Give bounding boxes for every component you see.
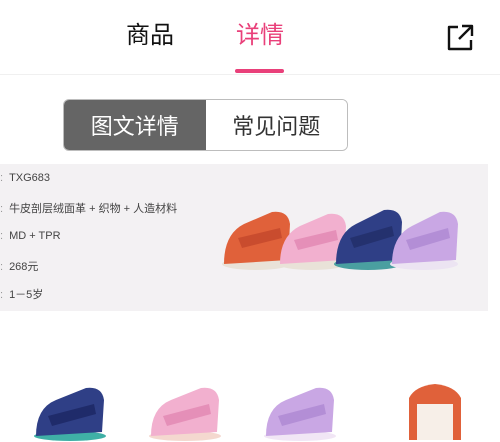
variant-orange-photo [409, 384, 461, 440]
share-external-icon [447, 24, 474, 51]
top-header: 商品 详情 [0, 0, 500, 75]
detail-segmented-control: 图文详情 常见问题 [63, 99, 348, 151]
product-spec-banner: : TXG683 : 牛皮剖层绒面革 + 织物 + 人造材料 : MD + TPR :… [0, 164, 488, 311]
segment-faq[interactable]: 常见问题 [205, 100, 347, 150]
product-group-photo [222, 209, 458, 270]
tab-active-indicator [235, 69, 284, 73]
variant-pink-photo [149, 387, 221, 441]
spec-material: : 牛皮剖层绒面革 + 织物 + 人造材料 [0, 203, 178, 215]
spec-price: :268元 [0, 261, 39, 273]
spec-model: : TXG683 [0, 172, 51, 184]
tab-goods[interactable]: 商品 [126, 18, 174, 52]
variant-purple-photo [264, 387, 336, 441]
share-button[interactable] [441, 19, 479, 57]
segment-image-text-detail[interactable]: 图文详情 [64, 100, 206, 150]
color-variants-row [0, 372, 500, 442]
variant-navy-photo [34, 387, 106, 441]
spec-age: :1－5岁 [0, 289, 44, 301]
spec-sole: : MD + TPR [0, 230, 61, 242]
tab-detail[interactable]: 详情 [236, 18, 284, 52]
